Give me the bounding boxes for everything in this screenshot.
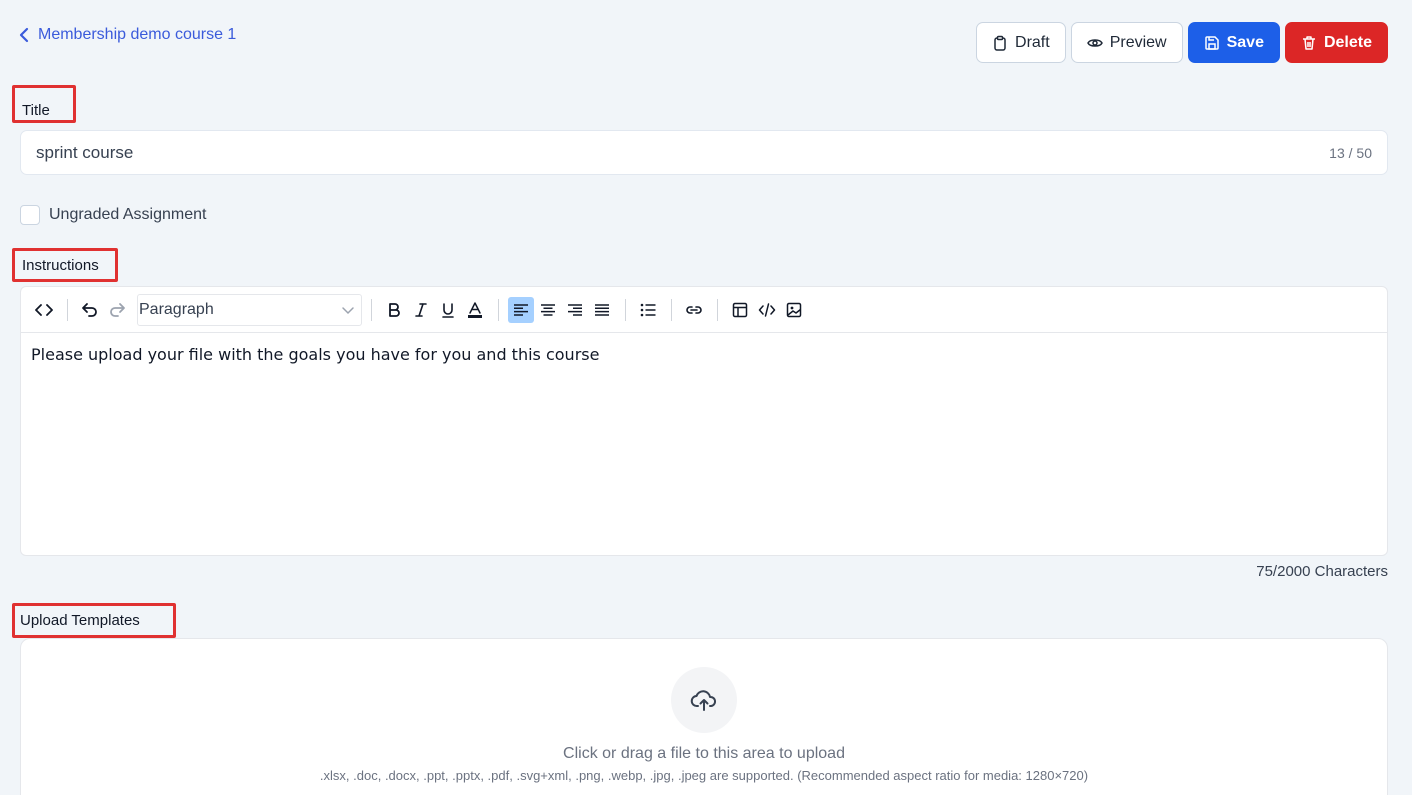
- redo-button[interactable]: [104, 297, 130, 323]
- back-link-label: Membership demo course 1: [38, 26, 237, 43]
- preview-button[interactable]: Preview: [1070, 22, 1183, 63]
- italic-icon: [415, 302, 427, 317]
- bold-button[interactable]: [381, 297, 407, 323]
- upload-templates-label: Upload Templates: [20, 612, 140, 629]
- align-center-button[interactable]: [535, 297, 561, 323]
- align-justify-icon: [595, 303, 609, 316]
- align-right-icon: [568, 303, 582, 316]
- chevron-left-icon: [19, 27, 29, 43]
- title-input[interactable]: sprint course 13 / 50: [20, 130, 1388, 175]
- toolbar-divider: [67, 298, 68, 321]
- preview-button-label: Preview: [1109, 33, 1167, 51]
- ungraded-assignment-checkbox[interactable]: Ungraded Assignment: [20, 205, 206, 225]
- angle-brackets-icon: [35, 303, 53, 316]
- block-format-select[interactable]: Paragraph: [137, 293, 362, 326]
- save-button-label: Save: [1226, 33, 1264, 51]
- block-format-value: Paragraph: [139, 300, 214, 318]
- table-icon: [732, 302, 748, 317]
- draft-button-label: Draft: [1015, 33, 1050, 51]
- floppy-disk-icon: [1204, 35, 1219, 50]
- align-right-button[interactable]: [562, 297, 588, 323]
- save-button[interactable]: Save: [1187, 22, 1280, 63]
- editor-toolbar: Paragraph: [21, 287, 1387, 333]
- bullet-list-icon: [640, 303, 656, 316]
- text-color-icon: [468, 301, 482, 318]
- title-char-counter: 13 / 50: [1329, 144, 1372, 161]
- text-color-button[interactable]: [462, 297, 488, 323]
- upload-hint: .xlsx, .doc, .docx, .ppt, .pptx, .pdf, .…: [319, 768, 1089, 783]
- eye-icon: [1086, 38, 1103, 47]
- redo-icon: [110, 302, 125, 317]
- code-icon: [758, 302, 776, 317]
- toolbar-divider: [717, 298, 718, 321]
- link-button[interactable]: [681, 297, 707, 323]
- editor-content[interactable]: Please upload your file with the goals y…: [21, 333, 1387, 376]
- chevron-down-icon: [342, 306, 354, 314]
- title-input-value: sprint course: [36, 142, 134, 162]
- clipboard-icon: [994, 35, 1006, 51]
- upload-icon-container: [671, 667, 737, 733]
- insert-image-button[interactable]: [781, 297, 807, 323]
- toolbar-divider: [371, 298, 372, 321]
- instructions-editor: Paragraph Please upload your file with t…: [20, 286, 1388, 556]
- upload-prompt: Click or drag a file to this area to upl…: [563, 745, 845, 762]
- undo-icon: [82, 302, 97, 317]
- delete-button-label: Delete: [1323, 33, 1372, 51]
- toolbar-divider: [625, 298, 626, 321]
- toolbar-divider: [498, 298, 499, 321]
- draft-button[interactable]: Draft: [976, 22, 1066, 63]
- image-icon: [786, 302, 802, 317]
- underline-button[interactable]: [435, 297, 461, 323]
- align-left-button[interactable]: [508, 296, 534, 323]
- delete-button[interactable]: Delete: [1284, 22, 1388, 63]
- title-label: Title: [22, 102, 50, 119]
- source-code-button[interactable]: [31, 297, 57, 323]
- align-left-icon: [514, 303, 528, 316]
- table-button[interactable]: [727, 297, 753, 323]
- upload-dropzone[interactable]: Click or drag a file to this area to upl…: [20, 638, 1388, 795]
- align-justify-button[interactable]: [589, 297, 615, 323]
- toolbar-divider: [671, 298, 672, 321]
- trash-icon: [1302, 35, 1315, 50]
- instructions-label: Instructions: [22, 257, 99, 274]
- align-center-icon: [541, 303, 555, 316]
- instructions-char-count: 75/2000 Characters: [1256, 563, 1388, 580]
- back-link[interactable]: Membership demo course 1: [18, 26, 236, 44]
- code-block-button[interactable]: [754, 297, 780, 323]
- link-icon: [686, 305, 702, 314]
- action-buttons: Draft Preview Save Delete: [976, 22, 1388, 63]
- cloud-upload-icon: [690, 690, 717, 711]
- checkbox-box[interactable]: [20, 205, 40, 225]
- underline-icon: [442, 302, 454, 318]
- bullet-list-button[interactable]: [635, 297, 661, 323]
- bold-icon: [389, 302, 400, 317]
- ungraded-assignment-label: Ungraded Assignment: [49, 206, 207, 223]
- undo-button[interactable]: [77, 297, 103, 323]
- italic-button[interactable]: [408, 297, 434, 323]
